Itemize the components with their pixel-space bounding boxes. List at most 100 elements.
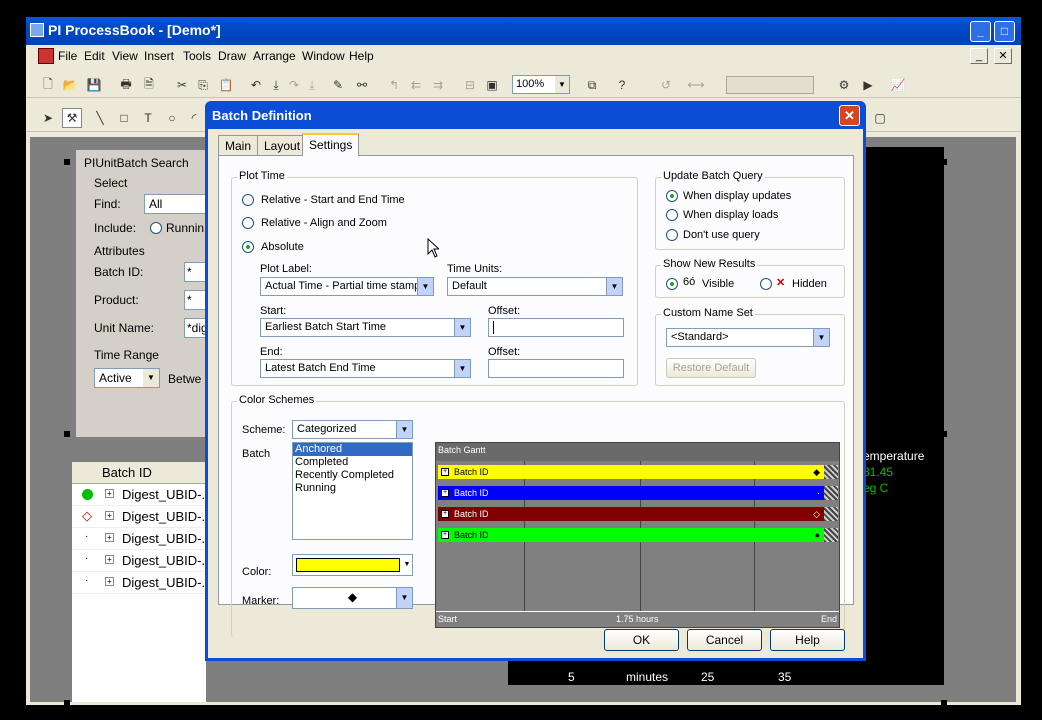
menu-window[interactable]: Window [302,49,345,63]
chevron-down-icon[interactable]: ▼ [454,360,470,377]
dont-use-query-radio[interactable] [666,229,678,241]
list-item[interactable]: ◇ + Digest_UBID-. [72,506,206,528]
expand-icon[interactable]: + [105,489,114,498]
chevron-down-icon[interactable]: ▼ [606,278,622,295]
chevron-down-icon[interactable]: ▼ [143,369,159,387]
maximize-button[interactable]: □ [994,21,1015,42]
print-preview-icon[interactable]: 🗎 [139,75,159,95]
help-pointer-icon[interactable]: ? [612,75,632,95]
chevron-down-icon[interactable]: ▼ [396,588,412,608]
paste-icon[interactable]: 📋 [216,75,236,95]
list-item[interactable]: Running [293,482,412,495]
time-units-combo[interactable]: Default ▼ [447,277,623,296]
menu-draw[interactable]: Draw [218,49,246,63]
expand-icon[interactable]: + [105,577,114,586]
chevron-down-icon[interactable]: ▼ [402,555,412,575]
print-icon[interactable]: 🖶 [116,75,136,95]
menu-arrange[interactable]: Arrange [253,49,296,63]
menu-view[interactable]: View [112,49,138,63]
tab-layout[interactable]: Layout [257,135,308,155]
windows-icon[interactable]: ⧉ [582,75,602,95]
expand-icon[interactable]: + [105,511,114,520]
chevron-down-icon[interactable]: ▼ [454,319,470,336]
custom-name-set-combo[interactable]: <Standard> ▼ [666,328,830,347]
list-item[interactable]: · + Digest_UBID-. [72,550,206,572]
line-icon[interactable]: ╲ [90,108,110,128]
frame-icon[interactable]: ▢ [870,108,890,128]
end-combo[interactable]: Latest Batch End Time ▼ [260,359,471,378]
plot-label-combo[interactable]: Actual Time - Partial time stamp ▼ [260,277,434,296]
expand-icon[interactable]: + [105,555,114,564]
menu-tools[interactable]: Tools [183,49,211,63]
menu-edit[interactable]: Edit [84,49,105,63]
chevron-down-icon[interactable]: ▼ [813,329,829,346]
list-item[interactable]: · + Digest_UBID-. [72,528,206,550]
chevron-down-icon[interactable]: ▼ [396,421,412,438]
restore-default-button[interactable]: Restore Default [666,358,756,378]
list-item[interactable]: Recently Completed [293,469,412,482]
list-item[interactable]: Completed [293,456,412,469]
menu-insert[interactable]: Insert [144,49,174,63]
redo-icon[interactable]: ↷ [284,75,304,95]
selection-handle[interactable] [941,159,947,165]
mdi-minimize-button[interactable]: _ [970,48,988,64]
marker-combo[interactable]: ◆ ▼ [292,587,413,609]
time-range-combo[interactable]: Active ▼ [94,368,160,388]
menu-file[interactable]: File [58,49,77,63]
run-icon[interactable]: ▶ [858,75,878,95]
copy-icon[interactable]: ⎘ [193,75,213,95]
pen-icon[interactable]: ✎ [328,75,348,95]
arrange-icon-2[interactable]: ⇇ [406,75,426,95]
product-input[interactable]: * [184,290,206,310]
tab-main[interactable]: Main [218,135,259,155]
text-icon[interactable]: T [138,108,158,128]
find-input[interactable]: All [144,194,206,214]
batch-state-listbox[interactable]: Anchored Completed Recently Completed Ru… [292,442,413,540]
list-item[interactable]: · + Digest_UBID-. [72,572,206,594]
rectangle-icon[interactable]: □ [114,108,134,128]
chevron-down-icon[interactable]: ▼ [555,76,569,93]
script-icon[interactable]: ⚙ [834,75,854,95]
dialog-close-button[interactable]: ✕ [839,105,860,126]
color-picker[interactable]: ▼ [292,554,413,576]
image-icon[interactable]: ▣ [482,75,502,95]
selection-handle[interactable] [64,700,70,706]
minimize-button[interactable]: _ [970,21,991,42]
absolute-radio[interactable] [242,241,254,253]
visible-radio[interactable] [666,278,678,290]
cancel-button[interactable]: Cancel [687,629,762,651]
refresh-icon[interactable]: ↺ [656,75,676,95]
ellipse-icon[interactable]: ○ [162,108,182,128]
list-item[interactable]: + Digest_UBID-. [72,484,206,506]
select-arrow-icon[interactable]: ➤ [38,108,58,128]
cut-icon[interactable]: ✂ [172,75,192,95]
binoculars-icon[interactable]: ⚯ [352,75,372,95]
arrange-icon-1[interactable]: ↰ [384,75,404,95]
hidden-radio[interactable] [760,278,772,290]
scheme-combo[interactable]: Categorized ▼ [292,420,413,439]
when-display-loads-radio[interactable] [666,209,678,221]
down-icon[interactable]: ⤓ [302,75,322,95]
expand-icon[interactable]: + [105,533,114,542]
chart-edit-icon[interactable]: 📈 [888,75,908,95]
time-scrollbar[interactable] [726,76,814,94]
relative-start-end-radio[interactable] [242,194,254,206]
selection-handle[interactable] [941,431,947,437]
arrange-icon-3[interactable]: ⇉ [428,75,448,95]
selection-handle[interactable] [64,431,70,437]
new-icon[interactable]: 🗋 [38,75,58,95]
selection-handle[interactable] [941,700,947,706]
relative-align-zoom-radio[interactable] [242,217,254,229]
align-icon[interactable]: ⊟ [460,75,480,95]
list-item[interactable]: Anchored [293,443,412,456]
offset-end-input[interactable] [488,359,624,378]
menu-help[interactable]: Help [349,49,374,63]
when-display-updates-radio[interactable] [666,190,678,202]
chevron-down-icon[interactable]: ▼ [417,278,433,295]
tab-settings[interactable]: Settings [302,133,360,156]
help-button[interactable]: Help [770,629,845,651]
selection-handle[interactable] [64,159,70,165]
arc-icon[interactable]: ◜ [184,108,204,128]
open-icon[interactable]: 📂 [60,75,80,95]
time-range-icon[interactable]: ⟷ [686,75,706,95]
